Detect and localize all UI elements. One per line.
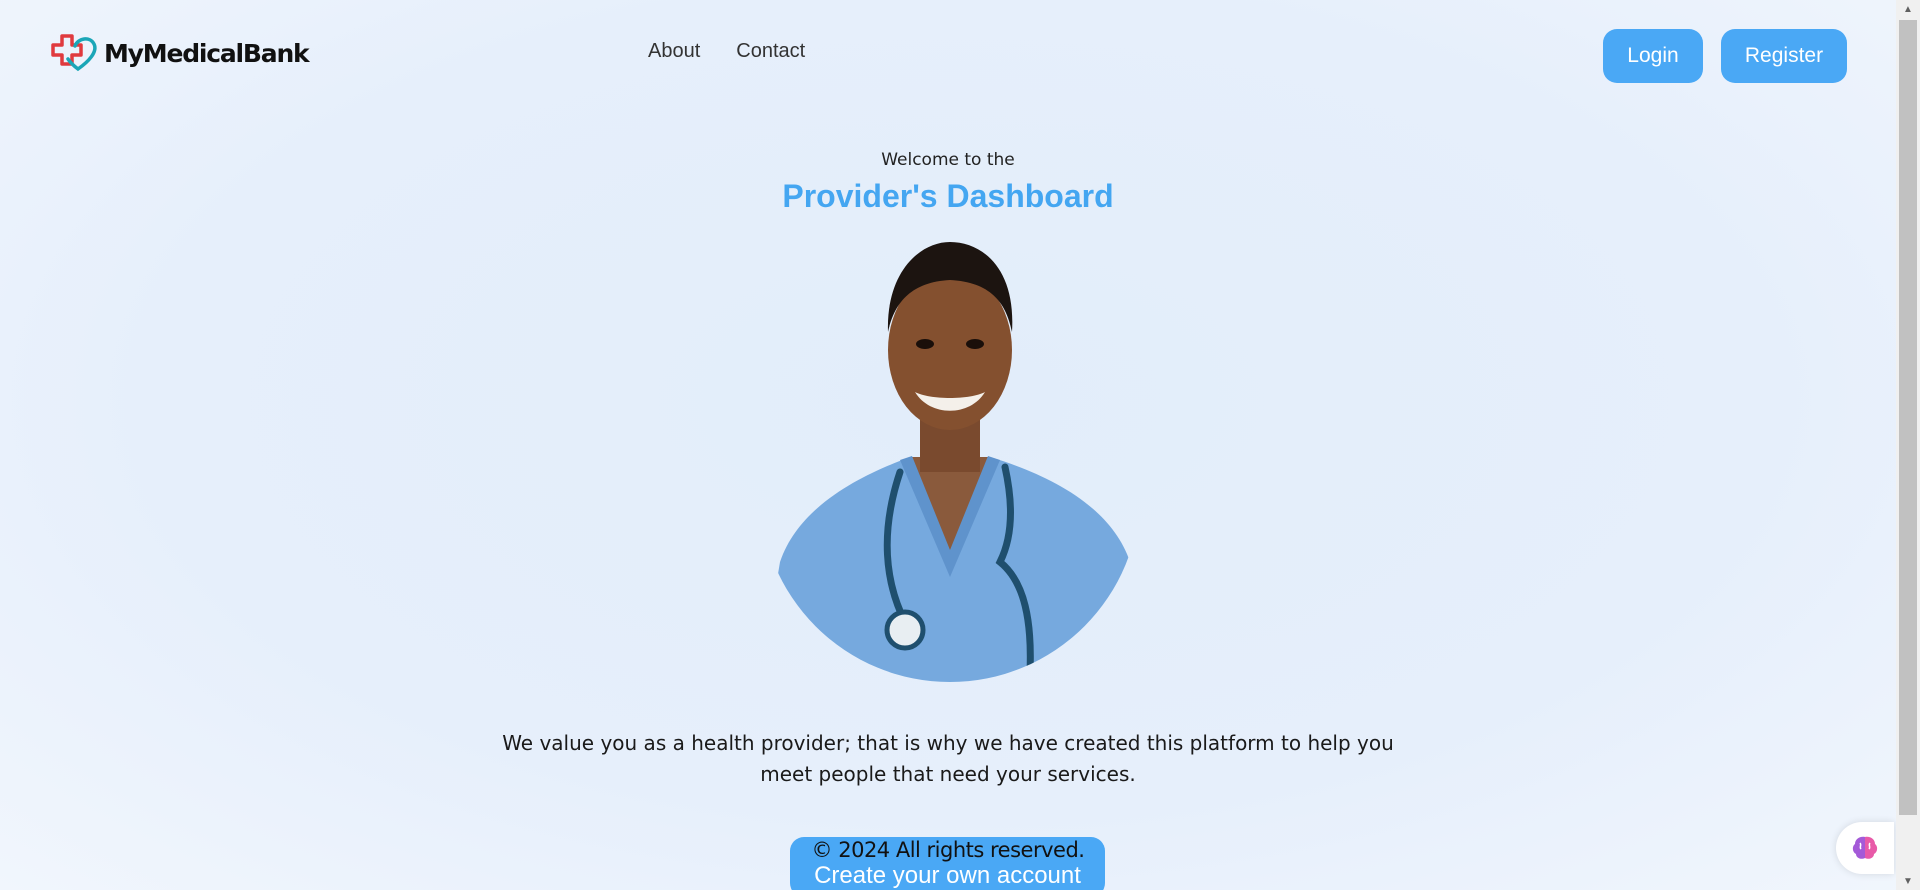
scrollbar-thumb[interactable] <box>1899 20 1917 815</box>
brain-icon <box>1852 836 1878 859</box>
site-logo[interactable]: MyMedicalBank <box>48 32 310 74</box>
description-text: We value you as a health provider; that … <box>502 731 1394 786</box>
medical-cross-heart-logo-icon <box>51 34 97 72</box>
nav-contact-link[interactable]: Contact <box>736 40 805 63</box>
page: MyMedicalBank About Contact Login Regist… <box>0 0 1920 890</box>
provider-portrait-image <box>760 232 1140 682</box>
copyright-text: © 2024 All rights reserved. <box>811 838 1085 862</box>
nav-about-link[interactable]: About <box>648 40 700 63</box>
register-button[interactable]: Register <box>1721 29 1847 83</box>
main-nav: About Contact <box>648 40 805 63</box>
assistant-widget-button[interactable] <box>1836 822 1894 874</box>
nurse-illustration <box>760 242 1140 682</box>
welcome-text: Welcome to the <box>881 150 1015 170</box>
content-area: MyMedicalBank About Contact Login Regist… <box>0 0 1896 890</box>
logo-text: MyMedicalBank <box>104 38 310 68</box>
triangle-down-icon[interactable]: ▼ <box>1896 872 1920 890</box>
login-button[interactable]: Login <box>1603 29 1703 83</box>
vertical-scrollbar[interactable]: ▲ ▼ <box>1896 0 1920 890</box>
page-title: Provider's Dashboard <box>782 178 1114 214</box>
triangle-up-icon[interactable]: ▲ <box>1896 0 1920 18</box>
